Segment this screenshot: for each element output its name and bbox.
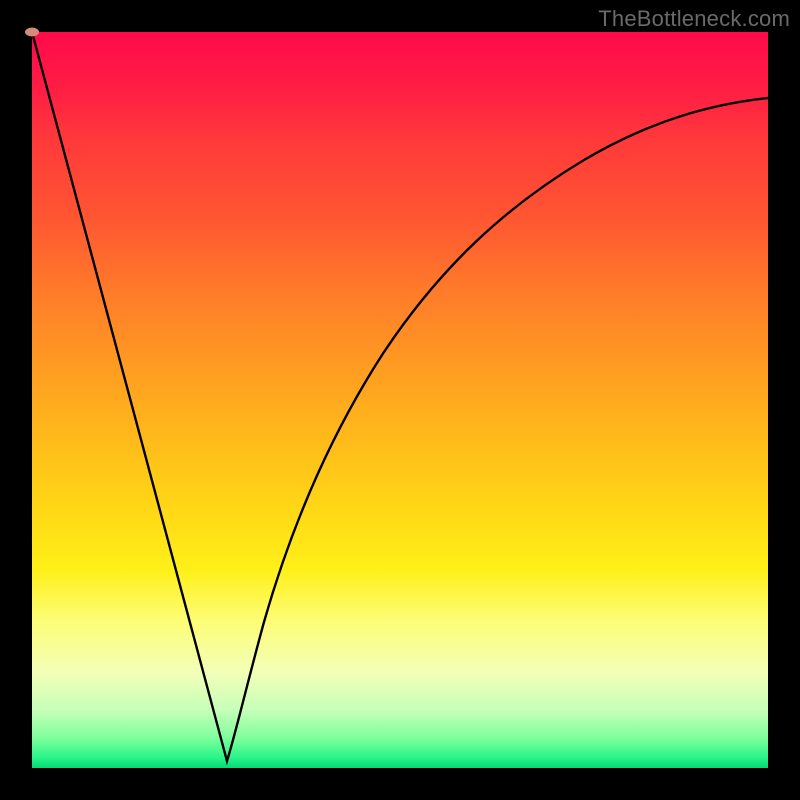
watermark-text: TheBottleneck.com [598, 6, 790, 32]
optimal-point-marker [25, 28, 39, 37]
bottleneck-curve [32, 32, 768, 768]
chart-frame: TheBottleneck.com [0, 0, 800, 800]
curve-path [32, 32, 768, 761]
plot-area [32, 32, 768, 768]
